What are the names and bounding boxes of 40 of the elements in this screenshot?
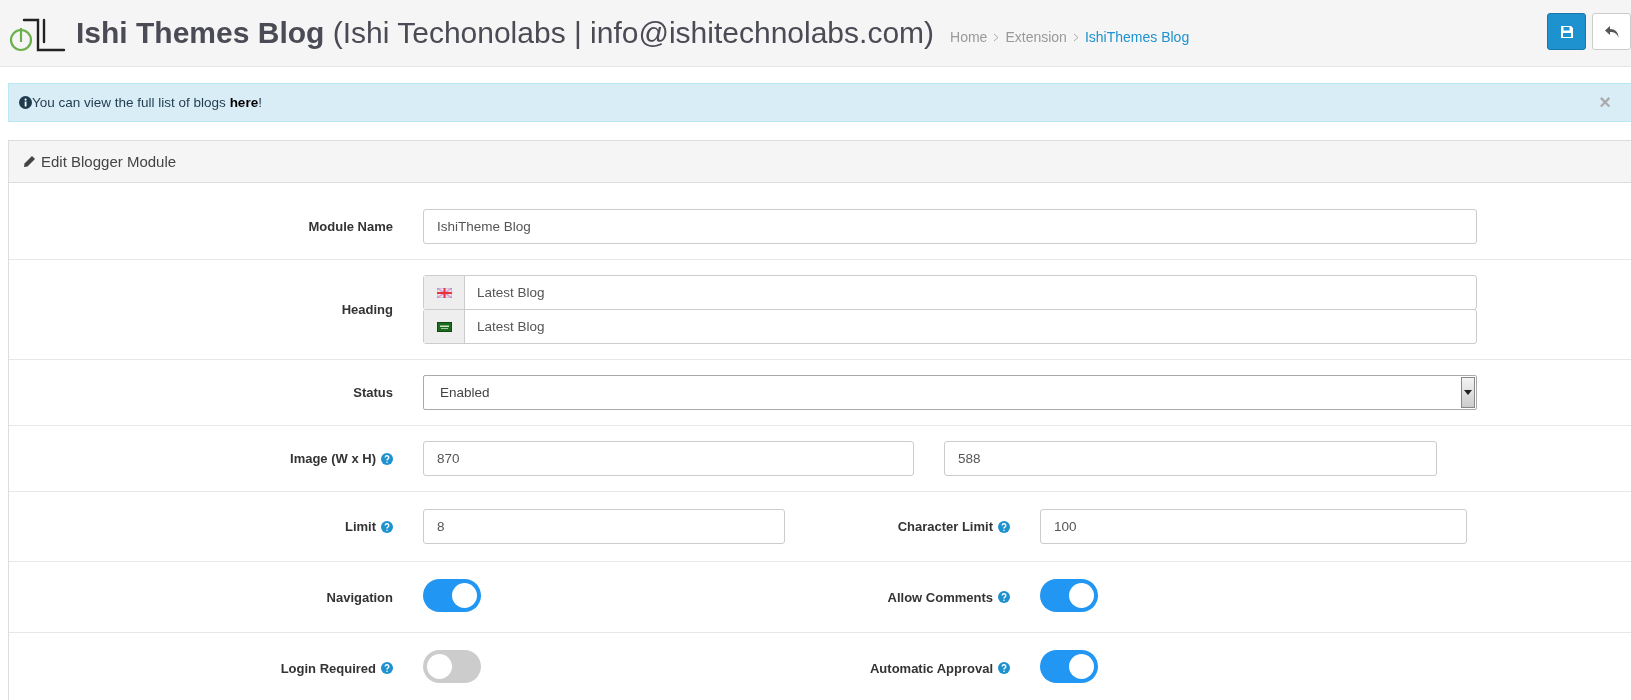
field-label: Login Required xyxy=(280,660,376,676)
help-icon[interactable] xyxy=(998,520,1010,533)
info-icon xyxy=(19,96,32,109)
help-icon[interactable] xyxy=(998,662,1010,674)
field-label: Limit xyxy=(344,519,376,534)
text-field[interactable]: 100 xyxy=(1040,509,1467,544)
page-title: Ishi Themes Blog (Ishi Techonolabs | info@ishitechnolabs.com) xyxy=(76,16,935,50)
toggle-switch[interactable] xyxy=(1040,650,1098,683)
save-icon xyxy=(1559,24,1574,39)
field-label: Status xyxy=(353,385,393,400)
field-label: Character Limit xyxy=(897,519,993,534)
toggle-switch[interactable] xyxy=(1040,579,1098,612)
status-dropdown[interactable]: Enabled xyxy=(423,375,1477,410)
help-icon[interactable] xyxy=(381,452,393,465)
save-button[interactable] xyxy=(1547,13,1586,50)
panel-title: Edit Blogger Module xyxy=(41,153,177,170)
pencil-icon xyxy=(23,155,36,168)
field-label: Image (W x H) xyxy=(290,451,376,466)
text-field[interactable]: 588 xyxy=(944,441,1437,476)
flag-icon xyxy=(436,321,452,332)
field-label: Allow Comments xyxy=(887,589,993,605)
back-button[interactable] xyxy=(1592,13,1631,50)
alert-message: You can view the full list of blogs here! xyxy=(32,95,262,110)
text-field[interactable]: 870 xyxy=(423,441,914,476)
caret-icon xyxy=(1464,390,1472,395)
reply-icon xyxy=(1603,24,1620,39)
text-field[interactable]: 8 xyxy=(423,509,785,544)
field-label: Automatic Approval xyxy=(869,660,993,676)
help-icon[interactable] xyxy=(998,591,1010,603)
text-field[interactable]: IshiTheme Blog xyxy=(423,209,1477,244)
help-icon[interactable] xyxy=(381,520,393,533)
chevron-icon xyxy=(1072,32,1079,42)
field-label: Module Name xyxy=(308,219,393,234)
toggle-switch[interactable] xyxy=(423,650,481,683)
field-label: Heading xyxy=(341,302,393,317)
help-icon[interactable] xyxy=(381,662,393,674)
field-label: Navigation xyxy=(326,589,393,605)
flag-icon xyxy=(436,287,452,298)
chevron-icon xyxy=(993,32,1000,42)
toggle-switch[interactable] xyxy=(423,579,481,612)
